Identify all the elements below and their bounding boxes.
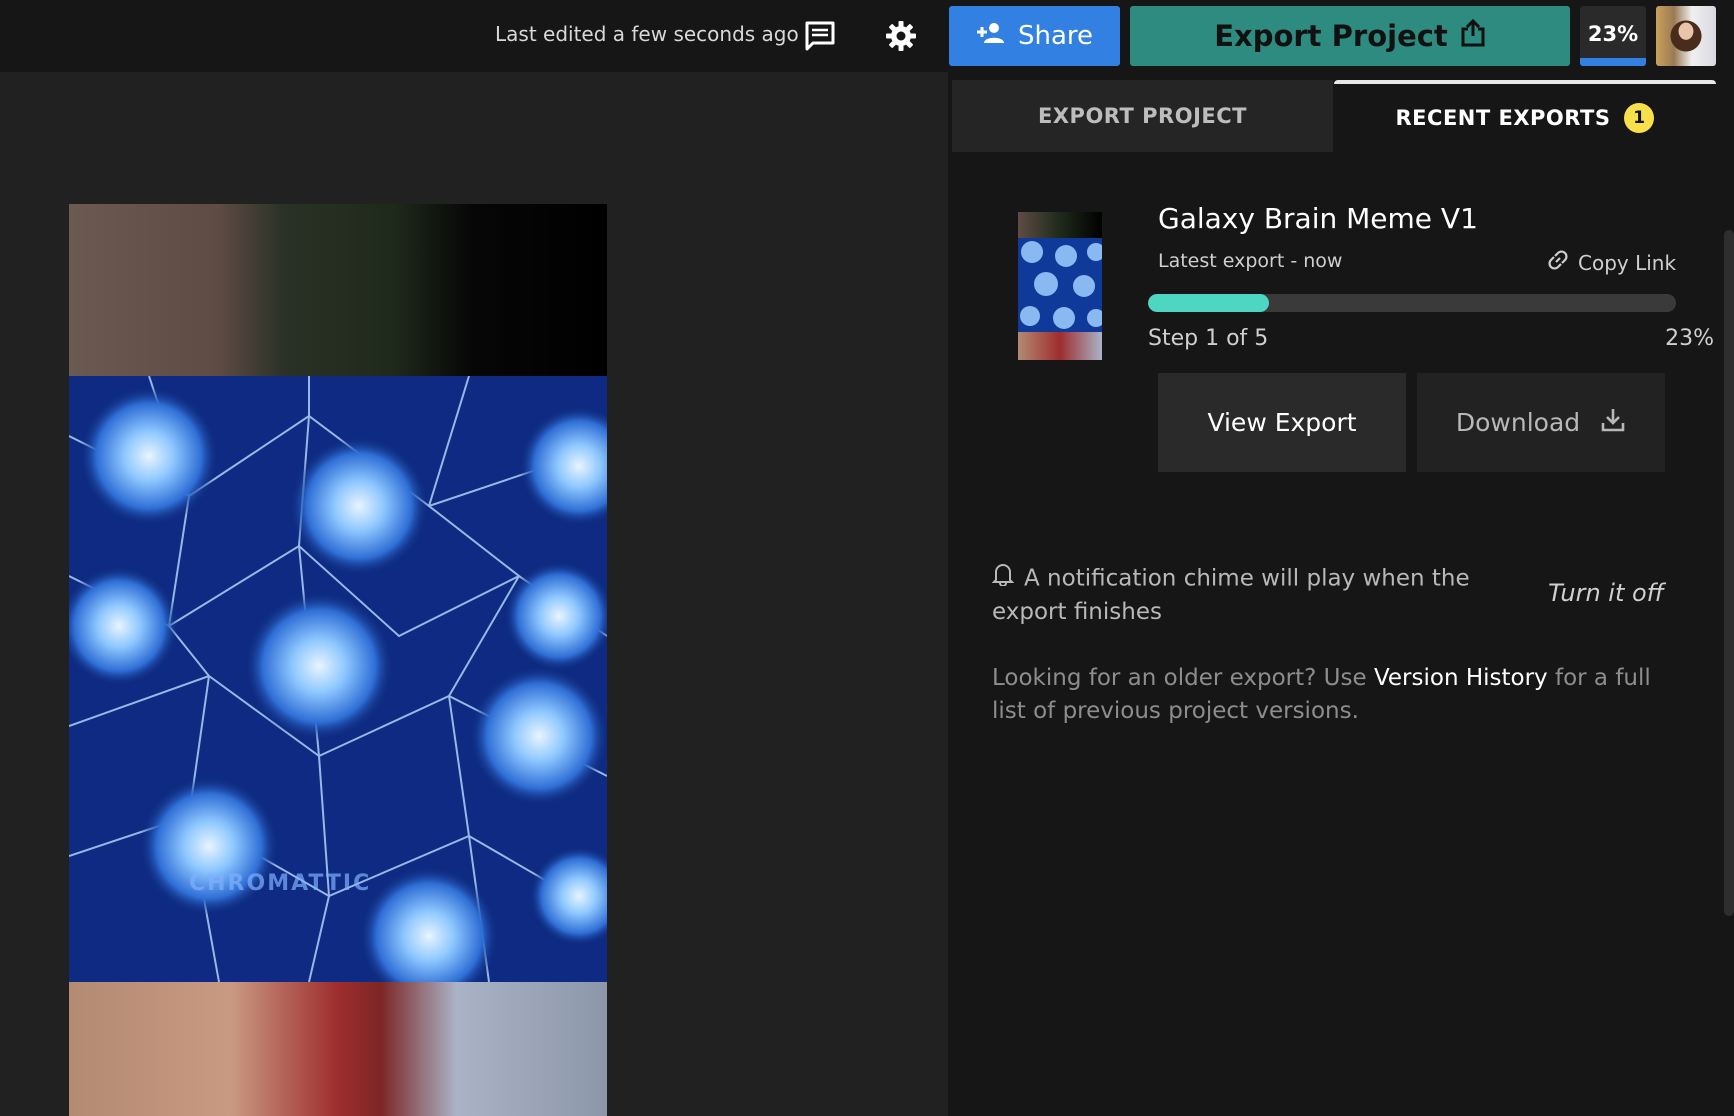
download-button[interactable]: Download <box>1417 373 1665 472</box>
export-step: Step 1 of 5 <box>1148 326 1269 351</box>
export-panel: EXPORT PROJECT RECENT EXPORTS 1 Galaxy B… <box>948 72 1734 1116</box>
panel-scrollbar[interactable] <box>1724 230 1734 916</box>
share-button[interactable]: Share <box>949 6 1120 66</box>
notification-text: A notification chime will play when the … <box>992 565 1470 626</box>
tab-recent-exports[interactable]: RECENT EXPORTS 1 <box>1334 80 1716 152</box>
tab-export-project[interactable]: EXPORT PROJECT <box>952 80 1333 152</box>
gear-icon[interactable] <box>882 17 920 55</box>
recent-exports-count-badge: 1 <box>1624 103 1655 133</box>
older-exports-hint: Looking for an older export? Use Version… <box>992 662 1682 728</box>
copy-link-button[interactable]: Copy Link <box>1546 248 1676 277</box>
version-history-link[interactable]: Version History <box>1374 665 1548 691</box>
older-exports-prefix: Looking for an older export? Use <box>992 665 1374 691</box>
export-progress-badge[interactable]: 23% <box>1580 6 1646 66</box>
view-export-label: View Export <box>1207 408 1357 437</box>
video-bottom-segment <box>69 982 607 1116</box>
bell-icon <box>991 562 1015 596</box>
comment-icon[interactable] <box>801 17 839 55</box>
upload-icon <box>1460 18 1486 54</box>
avatar[interactable] <box>1656 6 1716 66</box>
export-progress-mini-bar <box>1580 58 1646 66</box>
export-subtitle: Latest export - now <box>1158 250 1343 272</box>
video-galaxy-brain-segment: CHROMATTIC <box>69 375 607 1006</box>
share-label: Share <box>1017 21 1094 51</box>
video-watermark: CHROMATTIC <box>189 871 372 896</box>
download-label: Download <box>1455 408 1581 437</box>
export-percent: 23% <box>1665 326 1714 351</box>
export-project-button[interactable]: Export Project <box>1130 6 1570 66</box>
tab-recent-exports-label: RECENT EXPORTS <box>1395 106 1611 130</box>
export-progress-bar <box>1148 294 1676 312</box>
export-progress-percent: 23% <box>1587 22 1639 46</box>
top-bar: Last edited a few seconds ago Share Expo… <box>0 0 1734 72</box>
export-title: Galaxy Brain Meme V1 <box>1158 202 1478 235</box>
canvas-area: CHROMATTIC <box>0 72 948 1116</box>
last-edited-status: Last edited a few seconds ago <box>495 22 799 46</box>
export-progress-fill <box>1148 294 1270 312</box>
export-thumbnail[interactable] <box>1018 212 1102 360</box>
view-export-button[interactable]: View Export <box>1158 373 1406 472</box>
export-label: Export Project <box>1214 19 1448 53</box>
notification-message: A notification chime will play when the … <box>991 562 1512 629</box>
tab-export-project-label: EXPORT PROJECT <box>1038 104 1247 128</box>
add-user-icon <box>976 21 1006 51</box>
video-top-segment <box>69 204 607 376</box>
link-icon <box>1546 248 1570 277</box>
copy-link-label: Copy Link <box>1578 250 1677 275</box>
video-preview: CHROMATTIC <box>69 204 607 1116</box>
turn-off-chime-link[interactable]: Turn it off <box>1548 579 1664 607</box>
download-icon <box>1600 407 1626 439</box>
